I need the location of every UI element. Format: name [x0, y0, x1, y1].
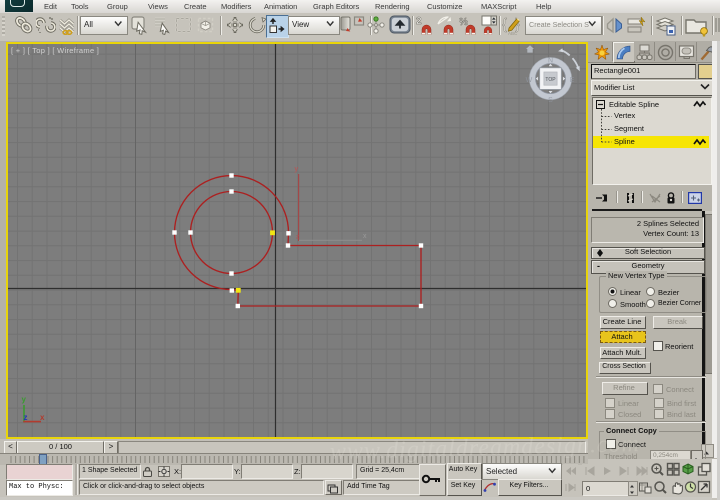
svg-text:x: x — [40, 413, 45, 422]
svg-text:W: W — [526, 77, 533, 84]
svg-text:y: y — [22, 395, 27, 404]
svg-text:2: 2 — [416, 16, 422, 27]
svg-text:{: { — [502, 16, 507, 33]
svg-text:N: N — [548, 57, 553, 64]
svg-text:z: z — [24, 413, 28, 422]
svg-text:ABC: ABC — [508, 31, 518, 36]
svg-text:%: % — [459, 17, 468, 28]
svg-text:z: z — [296, 235, 299, 241]
svg-text:x: x — [363, 233, 367, 240]
svg-text:S: S — [548, 97, 553, 104]
svg-text:E: E — [570, 77, 575, 84]
svg-text:TOP: TOP — [545, 77, 556, 83]
svg-text:y: y — [295, 166, 299, 173]
